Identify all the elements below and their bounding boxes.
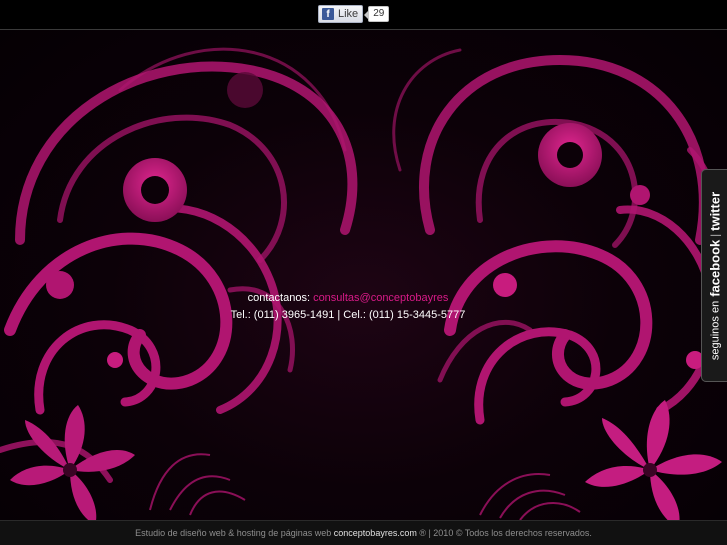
- social-follow-tab[interactable]: seguinos en facebook | twitter: [701, 169, 727, 382]
- like-label: Like: [338, 8, 359, 20]
- footer: Estudio de diseño web & hosting de págin…: [0, 520, 727, 545]
- contact-info: contactanos: consultas@conceptobayres Te…: [218, 290, 478, 324]
- footer-text-after: ® | 2010 © Todos los derechos reservados…: [416, 528, 592, 538]
- contact-phones: Tel.: (011) 3965-1491 | Cel.: (011) 15-3…: [230, 309, 466, 321]
- contact-label: contactanos:: [247, 292, 310, 304]
- top-bar: f Like 29: [0, 0, 727, 30]
- like-count: 29: [364, 6, 390, 22]
- facebook-like-widget: f Like 29: [318, 5, 390, 23]
- footer-site-link[interactable]: conceptobayres.com: [334, 528, 417, 538]
- facebook-like-button[interactable]: f Like: [318, 5, 364, 23]
- social-separator: |: [708, 233, 721, 237]
- social-twitter-link[interactable]: twitter: [707, 191, 722, 230]
- social-tab-text: seguinos en facebook | twitter: [707, 191, 722, 359]
- footer-text-before: Estudio de diseño web & hosting de págin…: [135, 528, 334, 538]
- floral-swirl-artwork: [0, 47, 722, 520]
- social-prefix: seguinos en: [708, 300, 721, 360]
- social-facebook-link[interactable]: facebook: [707, 239, 722, 296]
- contact-email-link[interactable]: consultas@conceptobayres: [313, 292, 448, 304]
- decorative-background: contactanos: consultas@conceptobayres Te…: [0, 30, 727, 520]
- contact-email-line: contactanos: consultas@conceptobayres: [218, 290, 478, 307]
- facebook-f-icon: f: [322, 8, 334, 20]
